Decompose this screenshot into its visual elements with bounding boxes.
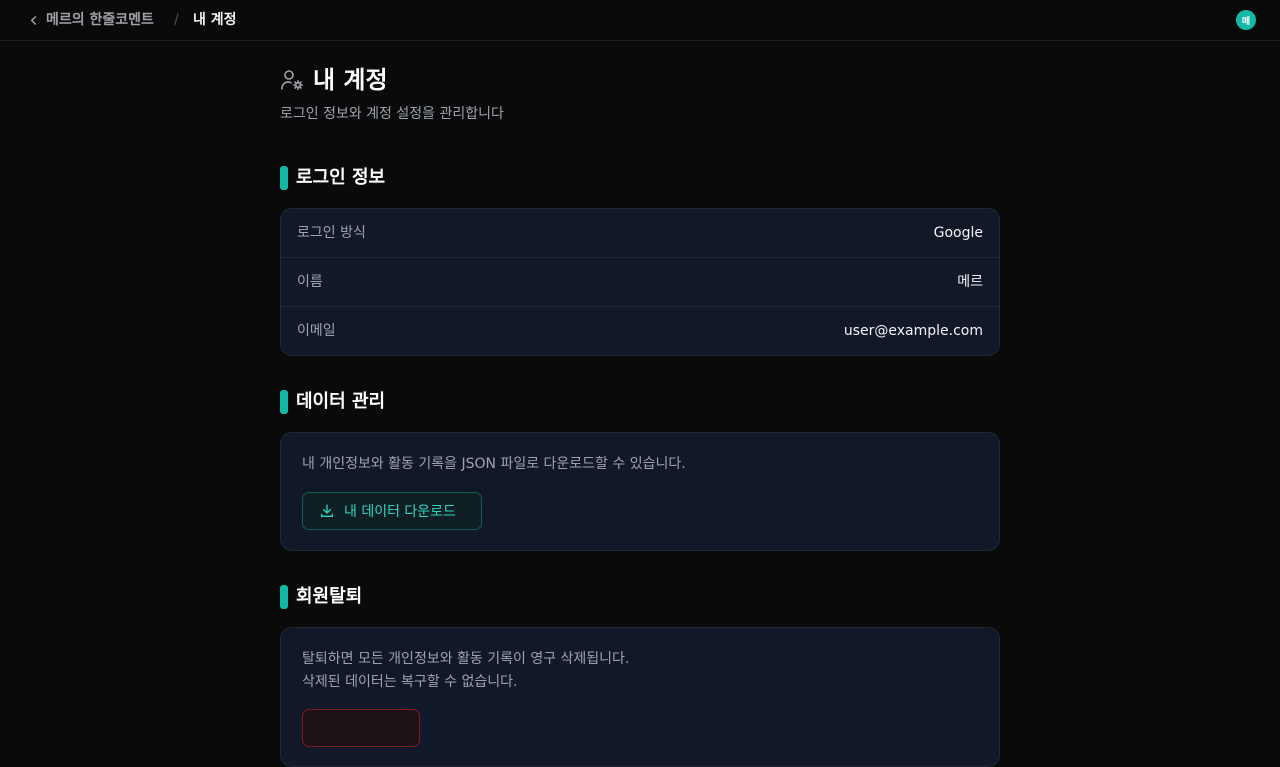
download-icon: [321, 504, 333, 517]
info-label: 이름: [297, 274, 323, 290]
user-gear-icon: [281, 70, 303, 90]
login-info-card: 로그인 방식 Google 이름 메르 이메일 user@example.com: [280, 208, 1000, 356]
page-heading: 내 계정: [280, 64, 388, 96]
back-chevron-icon[interactable]: [26, 11, 40, 29]
withdrawal-warning-line2: 삭제된 데이터는 복구할 수 없습니다.: [302, 674, 518, 690]
info-row-login-method: 로그인 방식 Google: [281, 209, 999, 258]
top-bar: 메르의 한줄코멘트 / 내 계정 메: [0, 0, 1280, 41]
info-label: 이메일: [297, 323, 336, 339]
withdrawal-card: 탈퇴하면 모든 개인정보와 활동 기록이 영구 삭제됩니다. 삭제된 데이터는 …: [280, 627, 1000, 767]
avatar-initial: 메: [1241, 16, 1251, 27]
breadcrumb-parent-link[interactable]: 메르의 한줄코멘트: [46, 11, 154, 29]
page-title: 내 계정: [313, 66, 388, 94]
info-label: 로그인 방식: [297, 225, 366, 241]
download-data-button[interactable]: 내 데이터 다운로드: [302, 492, 482, 530]
data-management-description: 내 개인정보와 활동 기록을 JSON 파일로 다운로드할 수 있습니다.: [302, 456, 686, 472]
section-title: 회원탈퇴: [296, 586, 363, 607]
section-withdrawal-heading: 회원탈퇴: [280, 585, 362, 609]
withdrawal-warning-line1: 탈퇴하면 모든 개인정보와 활동 기록이 영구 삭제됩니다.: [302, 651, 630, 667]
section-accent-bar: [280, 166, 288, 190]
info-value: user@example.com: [843, 323, 983, 339]
section-title: 로그인 정보: [296, 167, 386, 188]
withdraw-account-button[interactable]: [302, 709, 420, 747]
breadcrumb-current: 내 계정: [193, 12, 237, 28]
section-accent-bar: [280, 585, 288, 609]
section-title: 데이터 관리: [296, 391, 386, 412]
download-data-label: 내 데이터 다운로드: [344, 504, 456, 520]
page-subtitle: 로그인 정보와 계정 설정을 관리합니다: [280, 106, 504, 122]
info-row-email: 이메일 user@example.com: [281, 307, 999, 356]
breadcrumb-separator: /: [174, 12, 179, 28]
info-value: 메르: [957, 274, 983, 290]
section-accent-bar: [280, 390, 288, 414]
info-row-name: 이름 메르: [281, 258, 999, 307]
section-login-info-heading: 로그인 정보: [280, 166, 385, 190]
section-data-management-heading: 데이터 관리: [280, 390, 385, 414]
user-avatar[interactable]: 메: [1236, 10, 1256, 30]
data-management-card: 내 개인정보와 활동 기록을 JSON 파일로 다운로드할 수 있습니다. 내 …: [280, 432, 1000, 551]
info-value: Google: [933, 225, 983, 241]
